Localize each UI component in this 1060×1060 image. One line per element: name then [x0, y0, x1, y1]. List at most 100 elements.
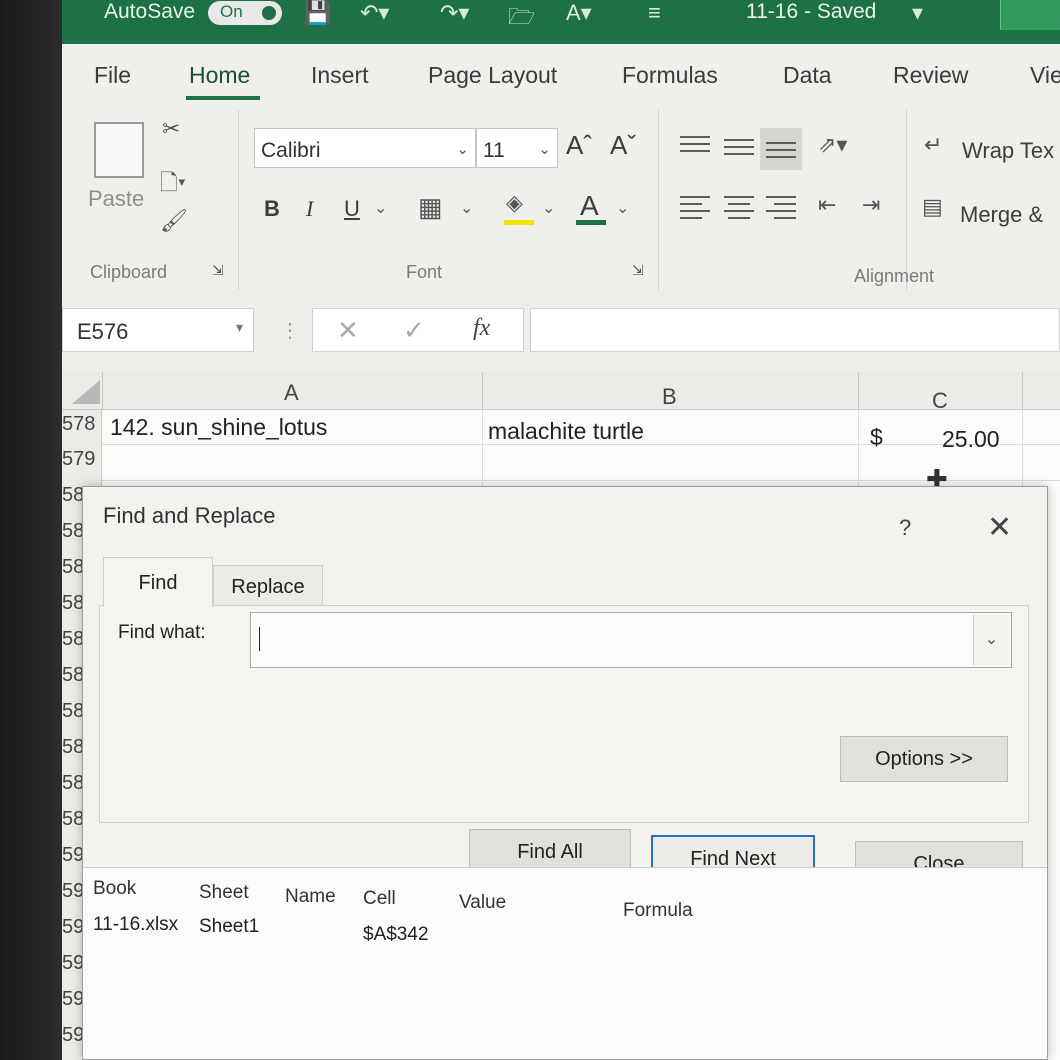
row-header[interactable]: 59 [62, 880, 84, 903]
group-divider [906, 110, 907, 290]
tab-find[interactable]: Find [103, 557, 213, 607]
row-header[interactable]: 59 [62, 952, 84, 975]
save-icon[interactable]: 💾 [304, 0, 331, 26]
results-header-formula[interactable]: Formula [623, 900, 693, 922]
tab-insert[interactable]: Insert [311, 62, 369, 89]
row-header[interactable]: 578 [62, 413, 95, 436]
close-icon[interactable]: ✕ [987, 513, 1012, 543]
tab-view[interactable]: Vie [1030, 62, 1060, 89]
redo-icon[interactable]: ↷▾ [440, 0, 469, 26]
cell-c578[interactable]: 25.00 [942, 426, 1000, 453]
font-color-icon[interactable]: A▾ [566, 0, 592, 26]
font-launcher-icon[interactable]: ⇲ [632, 262, 644, 279]
top-align-icon[interactable] [680, 136, 714, 156]
font-color-icon[interactable]: A [580, 190, 599, 222]
insert-function-icon[interactable]: fx [473, 315, 490, 342]
decrease-indent-icon[interactable]: ⇤ [818, 192, 836, 218]
column-header-b[interactable]: B [662, 384, 677, 410]
customize-qat-icon[interactable]: ≡ [648, 0, 661, 26]
copy-icon[interactable]: 🗋▾ [160, 166, 186, 204]
chevron-down-icon[interactable]: ⌄ [973, 615, 1009, 665]
wrap-text-button[interactable]: Wrap Tex [962, 138, 1054, 164]
align-right-icon[interactable] [766, 196, 798, 220]
results-header-value[interactable]: Value [459, 892, 506, 914]
row-header[interactable]: 59 [62, 844, 84, 867]
tab-page-layout[interactable]: Page Layout [428, 62, 557, 89]
align-center-icon[interactable] [724, 196, 756, 220]
row-header[interactable]: 58 [62, 628, 84, 651]
tab-replace[interactable]: Replace [213, 565, 323, 607]
italic-button[interactable]: I [306, 196, 313, 222]
tab-data[interactable]: Data [783, 62, 832, 89]
tab-formulas[interactable]: Formulas [622, 62, 718, 89]
chevron-down-icon[interactable]: ⌄ [616, 198, 629, 218]
cell-a578[interactable]: 142. sun_shine_lotus [110, 414, 327, 441]
chevron-down-icon[interactable]: ⌄ [460, 198, 473, 218]
orientation-icon[interactable]: ⇗▾ [818, 132, 847, 158]
decrease-font-icon[interactable]: Aˇ [610, 130, 636, 161]
more-options-icon[interactable]: ⋮ [280, 318, 300, 343]
format-painter-icon[interactable]: 🖌 [160, 208, 188, 234]
chevron-down-icon[interactable]: ⌄ [374, 198, 387, 218]
group-divider [658, 110, 659, 290]
row-header[interactable]: 59 [62, 1024, 84, 1047]
results-header-sheet[interactable]: Sheet [199, 882, 249, 904]
column-header-bar: A B C [62, 372, 1060, 413]
bottom-align-icon[interactable] [760, 128, 802, 170]
borders-icon[interactable]: ▦ [418, 192, 443, 223]
cell-c578-currency[interactable]: $ [870, 424, 883, 451]
find-what-input[interactable]: ⌄ [250, 612, 1012, 668]
fill-color-icon[interactable]: ◈ [506, 190, 523, 216]
cancel-icon[interactable]: ✕ [337, 315, 359, 346]
row-header[interactable]: 58 [62, 772, 84, 795]
row-header[interactable]: 58 [62, 592, 84, 615]
increase-indent-icon[interactable]: ⇥ [862, 192, 880, 218]
cut-icon[interactable]: ✂ [162, 116, 180, 142]
font-name-box[interactable]: Calibri ⌄ [254, 128, 476, 168]
select-all-corner[interactable] [72, 380, 100, 404]
row-header[interactable]: 58 [62, 664, 84, 687]
chevron-down-icon[interactable]: ⌄ [542, 198, 555, 218]
row-header[interactable]: 58 [62, 484, 84, 507]
column-header-c[interactable]: C [932, 388, 948, 414]
results-header-name[interactable]: Name [285, 886, 336, 908]
column-header-a[interactable]: A [284, 380, 299, 406]
title-dropdown-icon[interactable]: ▾ [912, 0, 923, 26]
increase-font-icon[interactable]: Aˆ [566, 130, 592, 161]
name-box[interactable]: E576 ▾ [62, 308, 254, 352]
formula-input[interactable] [530, 308, 1060, 352]
tab-review[interactable]: Review [893, 62, 968, 89]
results-header-book[interactable]: Book [93, 878, 136, 900]
tab-file[interactable]: File [94, 62, 131, 89]
row-header[interactable]: 58 [62, 556, 84, 579]
merge-center-button[interactable]: Merge & [960, 202, 1043, 228]
row-header[interactable]: 58 [62, 520, 84, 543]
tab-home[interactable]: Home [189, 62, 250, 89]
clipboard-launcher-icon[interactable]: ⇲ [212, 262, 224, 279]
underline-button[interactable]: U [344, 196, 360, 222]
wrap-text-icon[interactable]: ↵ [924, 132, 942, 158]
options-button[interactable]: Options >> [840, 736, 1008, 782]
bold-button[interactable]: B [264, 196, 280, 222]
align-left-icon[interactable] [680, 196, 712, 220]
open-folder-icon[interactable]: 🗁 [508, 0, 535, 38]
middle-align-icon[interactable] [724, 136, 758, 160]
row-header[interactable]: 58 [62, 700, 84, 723]
paste-label[interactable]: Paste [88, 186, 144, 212]
undo-icon[interactable]: ↶▾ [360, 0, 389, 26]
row-header[interactable]: 579 [62, 448, 95, 471]
font-size-box[interactable]: 11 ⌄ [476, 128, 558, 168]
search-box[interactable] [1000, 0, 1060, 30]
results-header-cell[interactable]: Cell [363, 888, 396, 910]
result-cell: $A$342 [363, 924, 429, 945]
cell-b578[interactable]: malachite turtle [488, 418, 644, 445]
help-icon[interactable]: ? [899, 515, 911, 541]
autosave-toggle[interactable]: On [208, 1, 282, 25]
row-header[interactable]: 58 [62, 808, 84, 831]
check-icon[interactable]: ✓ [403, 315, 425, 346]
paste-icon[interactable] [94, 122, 144, 178]
row-header[interactable]: 59 [62, 916, 84, 939]
row-header[interactable]: 59 [62, 988, 84, 1011]
row-header[interactable]: 58 [62, 736, 84, 759]
merge-center-icon[interactable]: ▤ [922, 194, 943, 220]
